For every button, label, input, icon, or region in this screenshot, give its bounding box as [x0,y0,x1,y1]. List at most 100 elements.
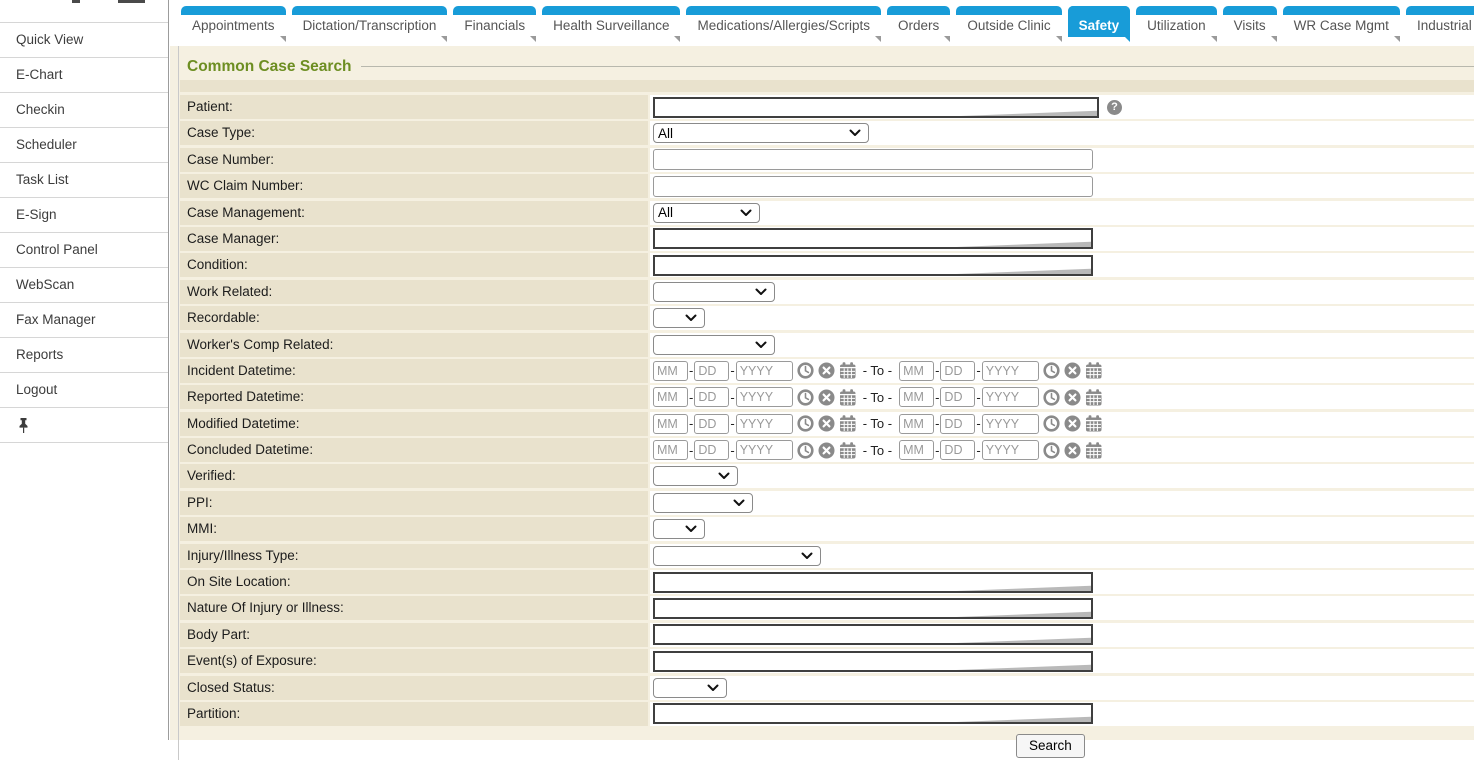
concluded-datetime-to-year-input[interactable] [982,440,1039,460]
clear-icon[interactable] [818,362,835,379]
concluded-datetime-from-month-input[interactable] [653,440,688,460]
reported-datetime-to-day-input[interactable] [940,387,975,407]
sidebar-item-checkin[interactable]: Checkin [0,92,168,127]
case-management-select[interactable]: All [653,203,760,223]
incident-datetime-to-day-input[interactable] [940,361,975,381]
incident-datetime-to-year-input[interactable] [982,361,1039,381]
on-site-location-input[interactable] [653,572,1093,593]
calendar-icon[interactable] [839,389,856,406]
clock-icon[interactable] [797,415,814,432]
chevron-down-icon [685,314,697,322]
tab-wr-case-mgmt[interactable]: WR Case Mgmt [1283,6,1400,37]
clear-icon[interactable] [818,389,835,406]
value-cell [650,227,1474,251]
nature-of-injury-input[interactable] [653,598,1093,619]
pin-icon[interactable] [16,417,33,434]
case-number-input[interactable] [653,149,1093,170]
tab-appointments[interactable]: Appointments [181,6,286,37]
selected-value: All [658,205,673,220]
incident-datetime-from-month-input[interactable] [653,361,688,381]
calendar-icon[interactable] [839,415,856,432]
tab-label: Outside Clinic [956,15,1061,37]
events-of-exposure-input[interactable] [653,651,1093,672]
condition-input[interactable] [653,255,1093,276]
calendar-icon[interactable] [1085,415,1102,432]
clear-icon[interactable] [1064,442,1081,459]
clock-icon[interactable] [1043,415,1060,432]
injury-illness-type-select[interactable] [653,546,821,566]
sidebar-item-logout[interactable]: Logout [0,372,168,407]
recordable-select[interactable] [653,308,705,328]
concluded-datetime-from-year-input[interactable] [736,440,793,460]
help-icon[interactable]: ? [1107,100,1122,115]
tab-industrial-hygiene[interactable]: Industrial Hygiene [1406,6,1474,37]
closed-status-select[interactable] [653,678,727,698]
sidebar-item-fax-manager[interactable]: Fax Manager [0,302,168,337]
partition-input[interactable] [653,703,1093,724]
sidebar-item-scheduler[interactable]: Scheduler [0,127,168,162]
work-related-select[interactable] [653,282,775,302]
clear-icon[interactable] [818,415,835,432]
reported-datetime-from-year-input[interactable] [736,387,793,407]
clock-icon[interactable] [797,362,814,379]
search-button[interactable]: Search [1016,734,1085,758]
tab-medications-allergies-scripts[interactable]: Medications/Allergies/Scripts [686,6,881,37]
concluded-datetime-to-month-input[interactable] [899,440,934,460]
clear-icon[interactable] [1064,389,1081,406]
concluded-datetime-to-day-input[interactable] [940,440,975,460]
reported-datetime-from-day-input[interactable] [694,387,729,407]
modified-datetime-from-day-input[interactable] [694,414,729,434]
modified-datetime-from-year-input[interactable] [736,414,793,434]
sidebar-item-webscan[interactable]: WebScan [0,267,168,302]
patient-input[interactable] [653,97,1099,118]
tab-dictation-transcription[interactable]: Dictation/Transcription [292,6,448,37]
concluded-datetime-from-day-input[interactable] [694,440,729,460]
calendar-icon[interactable] [1085,442,1102,459]
verified-select[interactable] [653,466,738,486]
sidebar-item-e-sign[interactable]: E-Sign [0,197,168,232]
tab-outside-clinic[interactable]: Outside Clinic [956,6,1061,37]
reported-datetime-from-month-input[interactable] [653,387,688,407]
date-separator: - [976,416,980,431]
incident-datetime-from-year-input[interactable] [736,361,793,381]
case-manager-input[interactable] [653,228,1093,249]
clock-icon[interactable] [1043,442,1060,459]
clock-icon[interactable] [1043,362,1060,379]
value-cell: All [650,201,1474,225]
sidebar-item-reports[interactable]: Reports [0,337,168,372]
calendar-icon[interactable] [839,362,856,379]
wc-claim-number-input[interactable] [653,176,1093,197]
tab-financials[interactable]: Financials [453,6,536,37]
workers-comp-related-select[interactable] [653,335,775,355]
clear-icon[interactable] [1064,362,1081,379]
incident-datetime-to-month-input[interactable] [899,361,934,381]
clear-icon[interactable] [1064,415,1081,432]
case-type-select[interactable]: All [653,123,869,143]
tab-health-surveillance[interactable]: Health Surveillance [542,6,680,37]
calendar-icon[interactable] [1085,389,1102,406]
modified-datetime-to-month-input[interactable] [899,414,934,434]
sidebar-item-control-panel[interactable]: Control Panel [0,232,168,267]
clock-icon[interactable] [797,389,814,406]
calendar-icon[interactable] [1085,362,1102,379]
sidebar-item-e-chart[interactable]: E-Chart [0,57,168,92]
clear-icon[interactable] [818,442,835,459]
clock-icon[interactable] [797,442,814,459]
body-part-input[interactable] [653,624,1093,645]
calendar-icon[interactable] [839,442,856,459]
tab-visits[interactable]: Visits [1223,6,1277,37]
modified-datetime-to-year-input[interactable] [982,414,1039,434]
clock-icon[interactable] [1043,389,1060,406]
modified-datetime-to-day-input[interactable] [940,414,975,434]
tab-safety[interactable]: Safety [1068,6,1131,37]
ppi-select[interactable] [653,493,753,513]
incident-datetime-from-day-input[interactable] [694,361,729,381]
reported-datetime-to-year-input[interactable] [982,387,1039,407]
modified-datetime-from-month-input[interactable] [653,414,688,434]
sidebar-item-quick-view[interactable]: Quick View [0,22,168,57]
tab-utilization[interactable]: Utilization [1136,6,1217,37]
mmi-select[interactable] [653,519,705,539]
reported-datetime-to-month-input[interactable] [899,387,934,407]
sidebar-item-task-list[interactable]: Task List [0,162,168,197]
tab-orders[interactable]: Orders [887,6,950,37]
